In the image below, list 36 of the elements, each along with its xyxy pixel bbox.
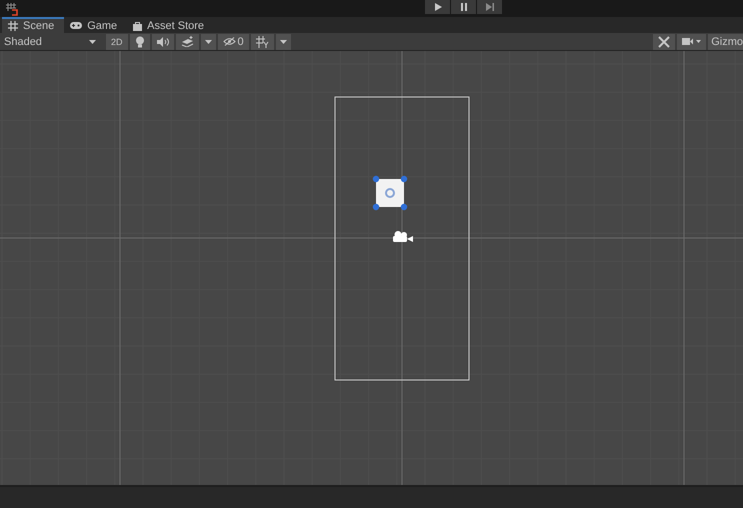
hidden-objects-toggle[interactable]: 0 bbox=[218, 34, 249, 50]
step-button[interactable] bbox=[477, 0, 502, 14]
caret-icon bbox=[89, 40, 96, 44]
crossed-tools-icon bbox=[658, 36, 670, 48]
2d-toggle[interactable]: 2D bbox=[106, 34, 128, 50]
play-button[interactable] bbox=[425, 0, 450, 14]
effects-dropdown[interactable] bbox=[200, 34, 216, 50]
audio-toggle[interactable] bbox=[152, 34, 174, 50]
shopping-bag-icon bbox=[133, 21, 142, 31]
pause-button[interactable] bbox=[451, 0, 476, 14]
play-icon bbox=[432, 2, 442, 12]
caret-icon bbox=[204, 40, 212, 44]
grid-icon bbox=[256, 36, 269, 48]
tab[interactable]: Scene bbox=[2, 17, 64, 33]
video-camera-icon bbox=[682, 37, 702, 46]
camera-icon[interactable] bbox=[393, 231, 413, 242]
step-icon bbox=[484, 2, 494, 12]
grid-magnet-icon[interactable] bbox=[5, 2, 19, 16]
tab[interactable]: Game bbox=[64, 17, 128, 33]
sprite-handle[interactable] bbox=[372, 176, 408, 210]
gamepad-icon bbox=[70, 22, 82, 30]
grid-toggle[interactable] bbox=[250, 34, 274, 50]
tools-button[interactable] bbox=[653, 34, 676, 50]
speaker-icon bbox=[156, 36, 169, 46]
camera-dropdown[interactable] bbox=[677, 34, 706, 50]
light-bulb-icon bbox=[134, 36, 145, 48]
crossed-eye-icon bbox=[222, 37, 236, 46]
tab[interactable]: Asset Store bbox=[127, 17, 214, 33]
lighting-toggle[interactable] bbox=[130, 34, 150, 50]
grid-dropdown[interactable] bbox=[276, 34, 291, 50]
effects-toggle[interactable] bbox=[176, 34, 199, 50]
layers-icon bbox=[180, 36, 194, 47]
pause-icon bbox=[458, 2, 468, 12]
gizmos-dropdown[interactable]: Gizmo bbox=[708, 34, 743, 50]
caret-icon bbox=[280, 40, 287, 44]
grid-icon bbox=[8, 21, 18, 31]
